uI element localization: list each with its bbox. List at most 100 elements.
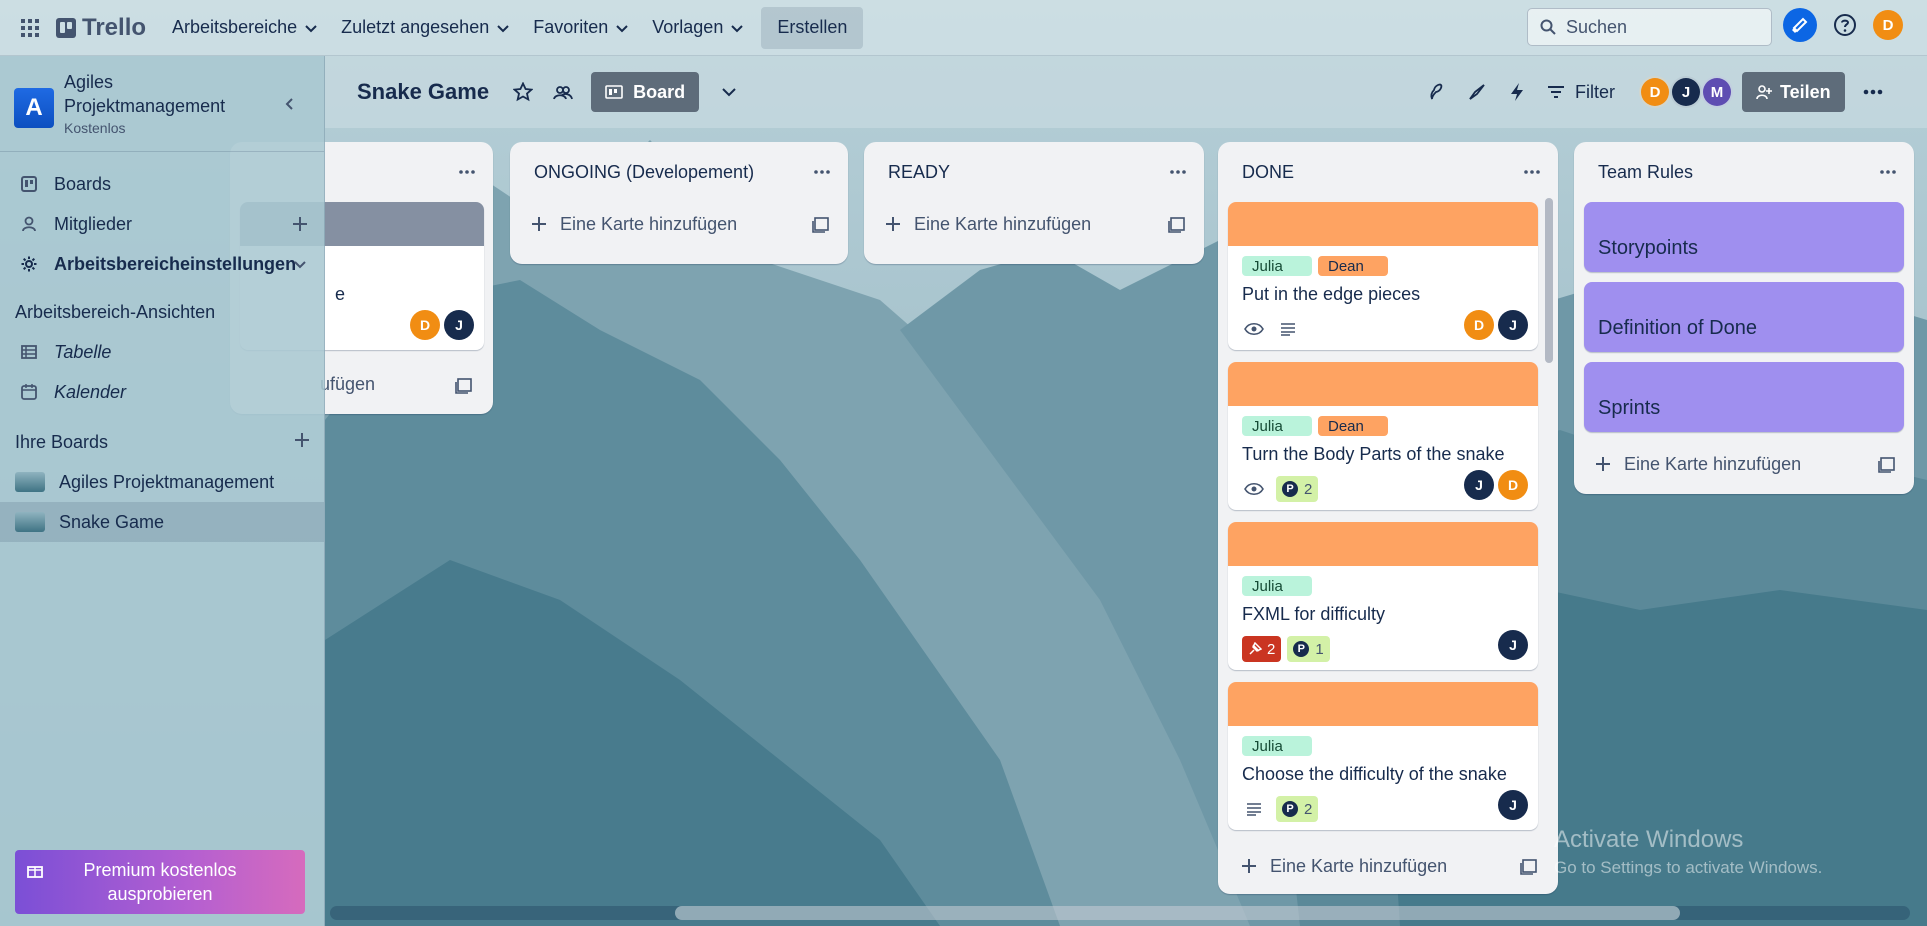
card[interactable]: Julia Dean Put in the edge pieces D J: [1228, 202, 1538, 350]
member-avatar[interactable]: J: [444, 310, 474, 340]
member-avatar[interactable]: D: [410, 310, 440, 340]
label-julia[interactable]: Julia: [1242, 576, 1312, 596]
add-card-button[interactable]: Eine Karte hinzufügen: [510, 202, 848, 246]
member-avatar[interactable]: J: [1498, 630, 1528, 660]
sidebar-item-boards[interactable]: Boards: [0, 164, 324, 204]
chevron-down-icon[interactable]: [290, 254, 310, 274]
chevron-down-icon[interactable]: [713, 76, 745, 108]
nav-label: Vorlagen: [652, 17, 724, 37]
label-julia[interactable]: Julia: [1242, 736, 1312, 756]
list-title[interactable]: ONGOING (Developement): [534, 162, 754, 183]
card[interactable]: Julia FXML for difficulty 2 P 1 J: [1228, 522, 1538, 670]
label-dean[interactable]: Dean: [1318, 416, 1388, 436]
list-title[interactable]: Team Rules: [1598, 162, 1693, 183]
card-template-icon[interactable]: [1878, 455, 1896, 473]
member-avatar[interactable]: M: [1701, 76, 1733, 108]
more-icon[interactable]: [1876, 160, 1900, 184]
label-julia[interactable]: Julia: [1242, 416, 1312, 436]
list-title[interactable]: READY: [888, 162, 950, 183]
card-title: Put in the edge pieces: [1242, 284, 1421, 304]
card[interactable]: Julia Dean Turn the Body Parts of the sn…: [1228, 362, 1538, 510]
points-icon: P: [1282, 801, 1298, 817]
sidebar-board-agiles[interactable]: Agiles Projektmanagement: [0, 462, 324, 502]
rocket-icon[interactable]: [1461, 76, 1493, 108]
member-avatar[interactable]: J: [1670, 76, 1702, 108]
help-button[interactable]: [1831, 11, 1859, 39]
sidebar-item-label: Kalender: [54, 381, 127, 402]
card-template-icon[interactable]: [1168, 215, 1186, 233]
app-switcher-icon[interactable]: [14, 12, 46, 44]
search-input[interactable]: [1566, 16, 1746, 38]
collapse-sidebar-button[interactable]: [280, 94, 300, 114]
label-dean[interactable]: Dean: [1318, 256, 1388, 276]
list-scrollbar[interactable]: [1545, 198, 1553, 363]
card-template-icon[interactable]: [1520, 857, 1538, 875]
sidebar-item-calendar[interactable]: Kalender: [0, 372, 324, 412]
list-title[interactable]: DONE: [1242, 162, 1294, 183]
board-view-button[interactable]: Board: [591, 72, 700, 112]
share-button[interactable]: Teilen: [1742, 72, 1845, 112]
sidebar-item-members[interactable]: Mitglieder: [0, 204, 324, 244]
nav-templates[interactable]: Vorlagen: [640, 8, 755, 48]
board-thumbnail: [15, 512, 45, 532]
points-icon: P: [1293, 641, 1310, 657]
eye-icon: [1242, 317, 1266, 341]
member-avatar[interactable]: J: [1498, 790, 1528, 820]
star-icon[interactable]: [507, 76, 539, 108]
table-icon: [20, 343, 38, 361]
add-board-icon[interactable]: [294, 432, 310, 453]
power-ups-icon[interactable]: [1421, 76, 1453, 108]
megaphone-button[interactable]: [1783, 8, 1817, 42]
add-card-button[interactable]: Eine Karte hinzufügen: [1220, 844, 1556, 888]
boards-section-title: Ihre Boards: [0, 422, 324, 462]
nav-starred[interactable]: Favoriten: [521, 8, 640, 48]
workspace-plan: Kostenlos: [64, 120, 126, 136]
add-member-icon[interactable]: [290, 214, 310, 234]
calendar-icon: [20, 383, 38, 401]
more-icon[interactable]: [810, 160, 834, 184]
add-card-button[interactable]: Eine Karte hinzufügen: [864, 202, 1204, 246]
card-template-icon[interactable]: [812, 215, 830, 233]
card[interactable]: Julia Choose the difficulty of the snake…: [1228, 682, 1538, 830]
filter-label: Filter: [1575, 81, 1615, 102]
search-box[interactable]: [1527, 8, 1772, 46]
more-icon[interactable]: [1520, 160, 1544, 184]
card-sprints[interactable]: Sprints: [1584, 362, 1904, 432]
member-avatar[interactable]: J: [1464, 470, 1494, 500]
add-card-button[interactable]: Eine Karte hinzufügen: [1574, 442, 1914, 486]
add-card-button[interactable]: ufügen: [320, 362, 375, 406]
workspace-name[interactable]: Agiles Projektmanagement: [64, 70, 244, 118]
nav-workspaces[interactable]: Arbeitsbereiche: [160, 8, 329, 48]
more-icon[interactable]: [1166, 160, 1190, 184]
sidebar-board-snake-game[interactable]: Snake Game: [0, 502, 324, 542]
chevron-down-icon: [731, 24, 744, 32]
card-storypoints[interactable]: Storypoints: [1584, 202, 1904, 272]
member-avatar[interactable]: J: [1498, 310, 1528, 340]
automation-icon[interactable]: [1501, 76, 1533, 108]
label-julia[interactable]: Julia: [1242, 256, 1312, 276]
card-template-icon[interactable]: [455, 376, 473, 394]
filter-button[interactable]: Filter: [1547, 82, 1615, 103]
premium-trial-button[interactable]: Premium kostenlos ausprobieren: [15, 850, 305, 914]
member-avatar[interactable]: D: [1498, 470, 1528, 500]
user-avatar[interactable]: D: [1873, 10, 1903, 40]
more-icon[interactable]: [1857, 76, 1889, 108]
card-definition-of-done[interactable]: Definition of Done: [1584, 282, 1904, 352]
chevron-down-icon: [305, 24, 317, 32]
list-header: Team Rules: [1574, 142, 1914, 202]
trello-logo[interactable]: Trello: [56, 14, 146, 42]
sidebar-item-settings[interactable]: Arbeitsbereicheinstellungen: [0, 244, 324, 284]
watermark-subtitle: Go to Settings to activate Windows.: [1554, 858, 1823, 877]
gift-icon: [27, 866, 43, 878]
member-avatar[interactable]: D: [1639, 76, 1671, 108]
visibility-icon[interactable]: [547, 76, 579, 108]
board-title[interactable]: Snake Game: [357, 79, 489, 105]
watermark-title: Activate Windows: [1554, 826, 1744, 853]
more-icon[interactable]: [455, 160, 479, 184]
nav-recent[interactable]: Zuletzt angesehen: [329, 8, 521, 48]
sidebar-item-table[interactable]: Tabelle: [0, 332, 324, 372]
member-avatar[interactable]: D: [1464, 310, 1494, 340]
badge-count: 1: [1315, 640, 1324, 658]
create-button[interactable]: Erstellen: [761, 6, 864, 49]
board-scrollbar-thumb[interactable]: [675, 906, 1680, 920]
